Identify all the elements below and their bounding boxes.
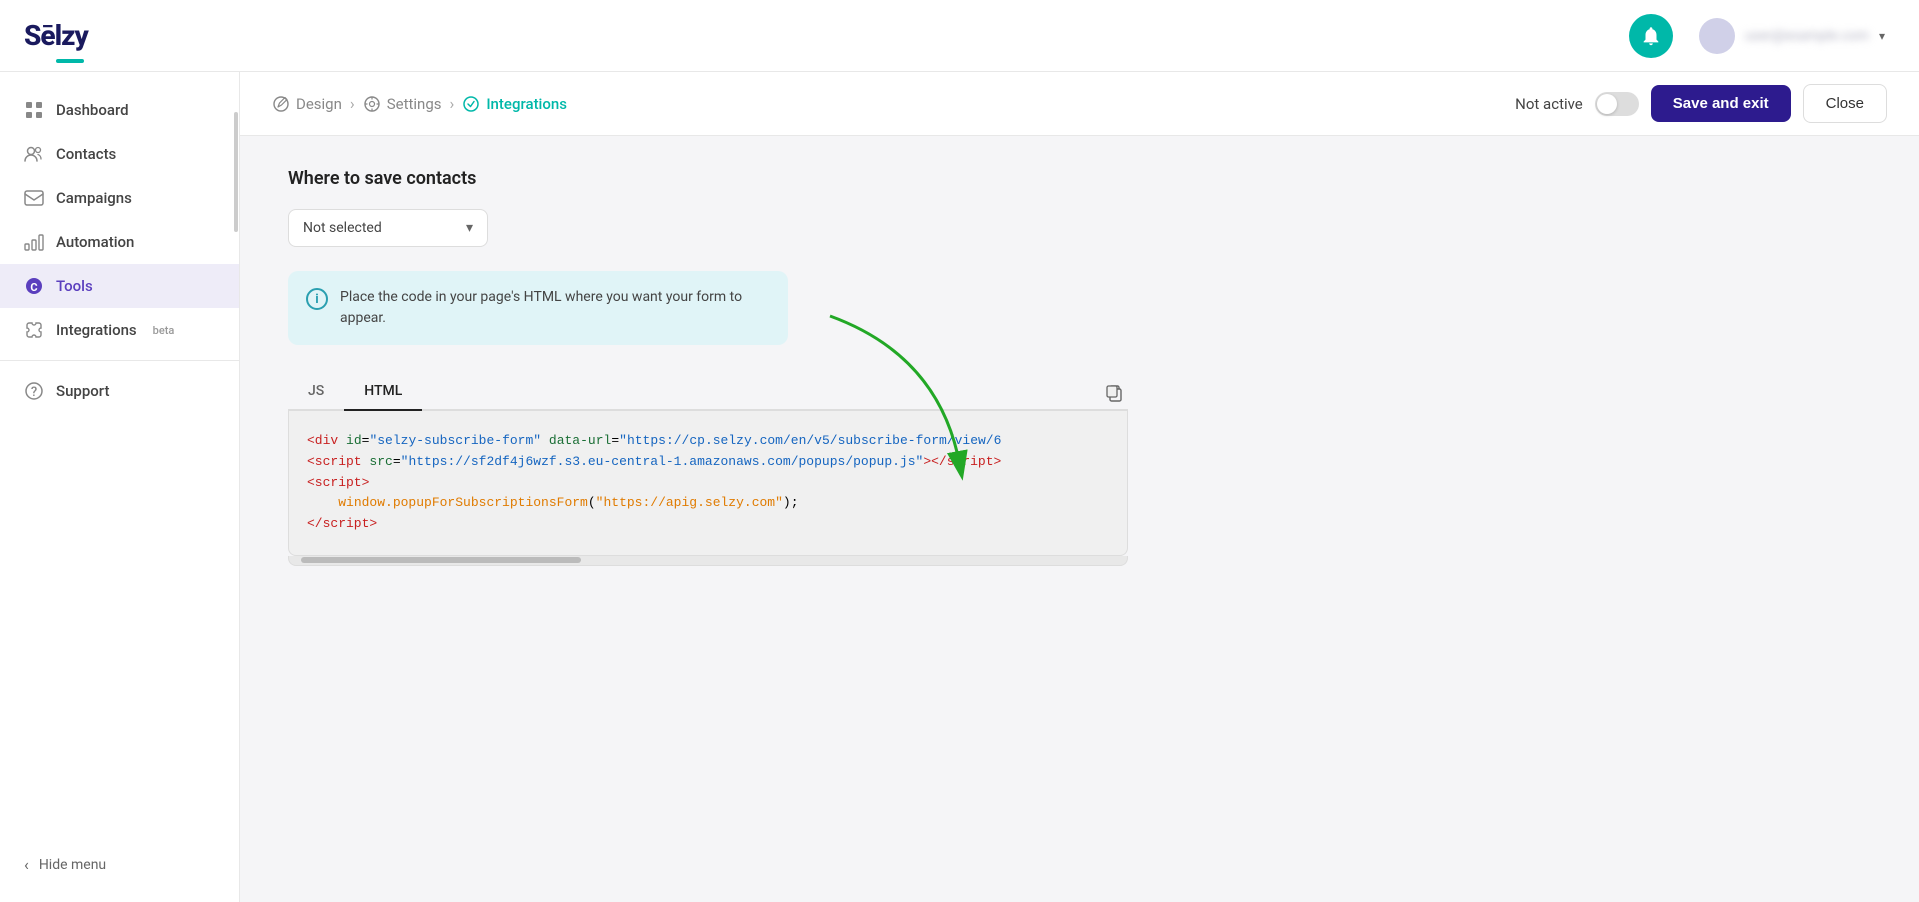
code-line-1: <div id="selzy-subscribe-form" data-url=… [307,431,1109,452]
automation-icon [24,232,44,252]
topbar: Sēlzy user@example.com ▾ [0,0,1919,72]
check-circle-icon [462,95,480,113]
users-icon [24,144,44,164]
integrations-badge: beta [153,324,175,337]
code-line-5: </script> [307,514,1109,535]
dashboard-label: Dashboard [56,101,129,119]
sidebar-item-campaigns[interactable]: Campaigns [0,176,239,220]
dropdown-value: Not selected [303,220,382,236]
notification-button[interactable] [1629,14,1673,58]
automation-label: Automation [56,233,134,251]
tools-icon: C [24,276,44,296]
sidebar-bottom: ‹ Hide menu [0,843,239,886]
support-icon: ? [24,381,44,401]
bell-icon [1640,25,1662,47]
edit-icon [272,95,290,113]
info-text: Place the code in your page's HTML where… [340,287,770,329]
svg-text:C: C [30,281,37,294]
chevron-down-icon: ▾ [466,220,473,236]
info-icon: i [306,288,328,310]
breadcrumb-sep-1: › [350,94,355,113]
design-label: Design [296,95,342,113]
code-line-4: window.popupForSubscriptionsForm("https:… [307,493,1109,514]
hide-menu-label: Hide menu [39,857,106,873]
user-menu[interactable]: user@example.com ▾ [1689,12,1895,60]
toggle-knob [1597,94,1617,114]
breadcrumb-integrations[interactable]: Integrations [462,95,567,113]
mail-icon [24,188,44,208]
code-scrollbar[interactable] [288,556,1128,566]
active-toggle[interactable] [1595,92,1639,116]
sidebar: Dashboard Contacts Campaigns [0,72,240,902]
code-line-2: <script src="https://sf2df4j6wzf.s3.eu-c… [307,452,1109,473]
code-scroll-thumb [301,557,581,563]
svg-text:?: ? [31,385,37,400]
sidebar-item-tools[interactable]: C Tools [0,264,239,308]
hide-menu-arrow-icon: ‹ [24,855,29,874]
breadcrumb-bar: Design › Settings › [240,72,1919,136]
integrations-breadcrumb-label: Integrations [486,95,567,113]
logo-text: Sēlzy [24,19,88,52]
logo-accent-bar [56,59,84,63]
sidebar-item-contacts[interactable]: Contacts [0,132,239,176]
sidebar-divider [0,360,239,361]
content-area: Where to save contacts Not selected ▾ i … [240,136,1919,902]
copy-icon[interactable] [1100,379,1128,407]
tab-js[interactable]: JS [288,373,344,411]
sidebar-item-automation[interactable]: Automation [0,220,239,264]
code-section: JS HTML <div id="selzy-s [288,373,1128,566]
sidebar-item-support[interactable]: ? Support [0,369,239,413]
breadcrumb-sep-2: › [450,94,455,113]
sidebar-item-integrations[interactable]: Integrations beta [0,308,239,352]
code-tabs: JS HTML [288,373,1128,411]
contacts-label: Contacts [56,145,116,163]
contacts-dropdown[interactable]: Not selected ▾ [288,209,488,247]
main-content: Design › Settings › [240,72,1919,902]
logo: Sēlzy [24,19,88,52]
breadcrumb: Design › Settings › [272,94,567,113]
chevron-down-icon: ▾ [1879,29,1885,43]
puzzle-icon [24,320,44,340]
tab-html[interactable]: HTML [344,373,422,411]
breadcrumb-actions: Not active Save and exit Close [1515,84,1887,123]
settings-icon [363,95,381,113]
layout: Dashboard Contacts Campaigns [0,72,1919,902]
integrations-label: Integrations [56,321,137,339]
breadcrumb-design[interactable]: Design [272,95,342,113]
section-title: Where to save contacts [288,168,1871,189]
grid-icon [24,100,44,120]
settings-label: Settings [387,95,442,113]
user-name: user@example.com [1745,28,1869,44]
info-box: i Place the code in your page's HTML whe… [288,271,788,345]
hide-menu-button[interactable]: ‹ Hide menu [0,843,239,886]
not-active-label: Not active [1515,95,1583,113]
close-button[interactable]: Close [1803,84,1887,123]
support-label: Support [56,382,109,400]
topbar-right: user@example.com ▾ [1629,12,1895,60]
code-block: <div id="selzy-subscribe-form" data-url=… [288,411,1128,556]
avatar [1699,18,1735,54]
code-line-3: <script> [307,473,1109,494]
tools-label: Tools [56,277,93,295]
save-and-exit-button[interactable]: Save and exit [1651,85,1791,122]
sidebar-item-dashboard[interactable]: Dashboard [0,88,239,132]
breadcrumb-settings[interactable]: Settings [363,95,442,113]
campaigns-label: Campaigns [56,189,132,207]
